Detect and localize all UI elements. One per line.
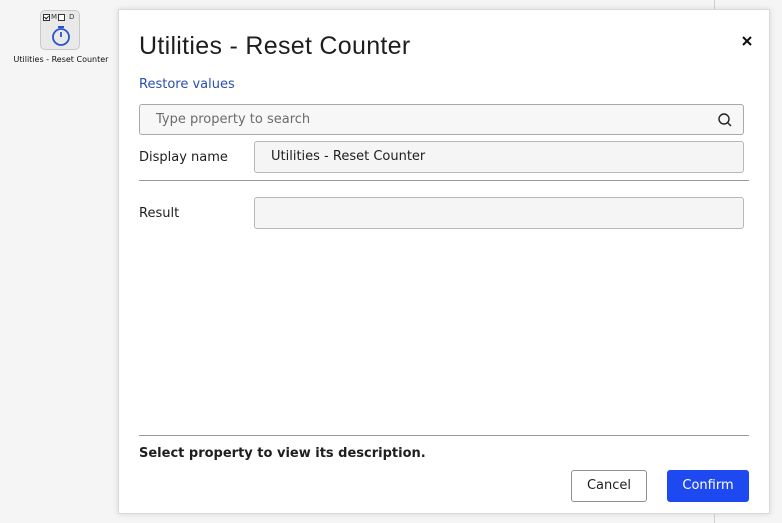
flag-d-checkbox[interactable] xyxy=(58,13,66,21)
result-label: Result xyxy=(139,206,180,221)
result-field[interactable] xyxy=(254,197,744,229)
restore-values-link[interactable]: Restore values xyxy=(139,77,235,92)
search-icon[interactable] xyxy=(717,112,733,132)
cancel-button[interactable]: Cancel xyxy=(571,470,647,502)
flag-m-checkbox[interactable] xyxy=(43,13,50,21)
flag-d-label: D xyxy=(69,13,75,21)
description-divider xyxy=(139,435,749,436)
stopwatch-icon xyxy=(51,25,71,51)
node-label: Utilities - Reset Counter xyxy=(13,55,109,64)
node-flags: M D xyxy=(43,13,74,21)
close-icon[interactable] xyxy=(738,32,756,50)
property-description: Select property to view its description. xyxy=(139,446,426,461)
flag-m-label: M xyxy=(51,13,58,21)
workflow-node[interactable]: M D xyxy=(40,10,80,50)
search-input[interactable] xyxy=(140,105,696,134)
property-divider xyxy=(139,180,749,181)
display-name-field[interactable]: Utilities - Reset Counter xyxy=(254,141,744,173)
display-name-label: Display name xyxy=(139,150,228,165)
property-search xyxy=(139,104,744,135)
properties-dialog: Utilities - Reset Counter Restore values… xyxy=(118,9,770,514)
dialog-title: Utilities - Reset Counter xyxy=(139,32,411,60)
confirm-button[interactable]: Confirm xyxy=(667,470,749,502)
